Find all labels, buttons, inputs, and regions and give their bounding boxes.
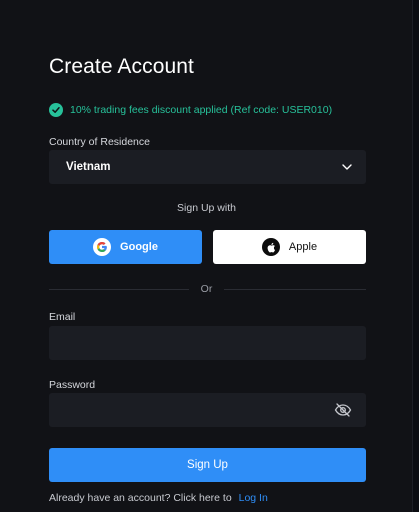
apple-label: Apple [288, 241, 318, 253]
social-heading: Sign Up with [177, 202, 236, 214]
login-link[interactable]: Log In [239, 492, 268, 504]
login-prompt-text: Already have an account? Click here to [49, 492, 232, 504]
page-frame: Create Account 10% trading fees discount… [0, 0, 419, 512]
check-circle-icon [49, 103, 63, 117]
email-label: Email [49, 311, 76, 323]
apple-signup-button[interactable]: Apple [213, 230, 366, 264]
sign-up-button[interactable]: Sign Up [49, 448, 366, 482]
country-value: Vietnam [66, 161, 111, 173]
google-icon [93, 238, 112, 256]
promo-text: 10% trading fees discount applied (Ref c… [70, 104, 333, 116]
divider-right [224, 289, 366, 290]
eye-off-icon[interactable] [334, 403, 352, 417]
signup-panel: Create Account 10% trading fees discount… [0, 0, 413, 512]
password-label: Password [49, 379, 96, 391]
country-label: Country of Residence [49, 136, 150, 148]
page-title: Create Account [49, 55, 194, 78]
country-select[interactable]: Vietnam [49, 150, 366, 184]
login-prompt: Already have an account? Click here to L… [49, 492, 268, 504]
email-input[interactable] [49, 326, 366, 360]
password-input[interactable] [49, 393, 366, 427]
promo-message: 10% trading fees discount applied (Ref c… [49, 102, 332, 118]
chevron-down-icon [342, 161, 352, 173]
divider-left [49, 289, 189, 290]
apple-icon [261, 238, 280, 256]
divider-text: Or [200, 283, 213, 295]
google-signup-button[interactable]: Google [49, 230, 202, 264]
google-label: Google [120, 241, 158, 253]
